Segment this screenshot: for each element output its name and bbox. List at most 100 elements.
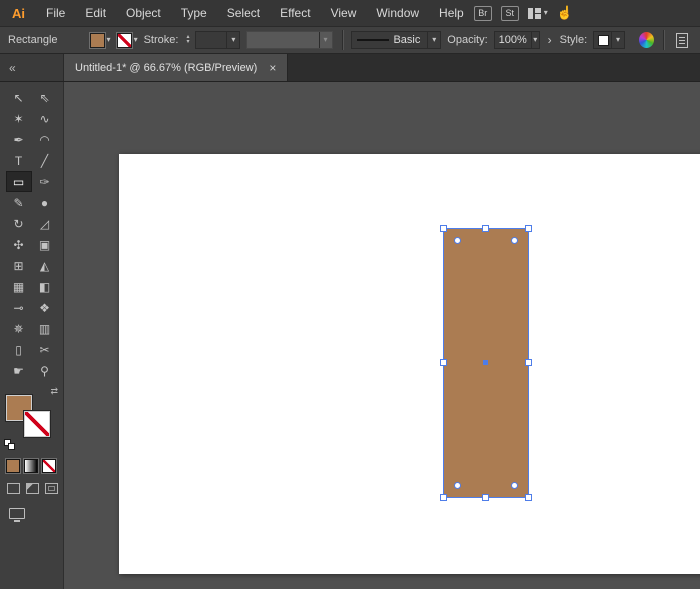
slice-tool[interactable]: ✂	[32, 339, 58, 360]
lasso-tool[interactable]: ∿	[32, 108, 58, 129]
chevron-down-icon: ▾	[533, 36, 537, 44]
rotate-tool[interactable]: ↻	[6, 213, 32, 234]
swap-fill-stroke-icon[interactable]: ⇄	[50, 387, 58, 396]
scale-tool[interactable]: ◿	[32, 213, 58, 234]
separator	[663, 30, 664, 50]
selection-handle-middle-right[interactable]	[525, 359, 532, 366]
corner-widget-bottom-right[interactable]	[511, 482, 518, 489]
fill-swatch[interactable]	[90, 33, 105, 48]
draw-normal-button[interactable]	[7, 483, 20, 494]
corner-widget-bottom-left[interactable]	[454, 482, 461, 489]
blend-tool[interactable]: ❖	[32, 297, 58, 318]
gradient-tool[interactable]: ◧	[32, 276, 58, 297]
opacity-select[interactable]: 100% ▾	[494, 31, 540, 49]
zoom-tool[interactable]: ⚲	[32, 360, 58, 381]
width-tool[interactable]: ✣	[6, 234, 32, 255]
rectangle-tool[interactable]: ▭	[6, 171, 32, 192]
symbol-sprayer-tool[interactable]: ✵	[6, 318, 32, 339]
pencil-tool[interactable]: ✎	[6, 192, 32, 213]
artboard-tool[interactable]: ▯	[6, 339, 32, 360]
column-graph-tool[interactable]: ▥	[32, 318, 58, 339]
artboard[interactable]	[119, 154, 700, 574]
curvature-tool[interactable]: ◠	[32, 129, 58, 150]
brush-definition-select[interactable]: Basic ▾	[351, 31, 441, 49]
tools-panel: ↖ ⇖ ✶ ∿ ✒ ◠ T ╱ ▭ ✑	[0, 82, 64, 589]
line-segment-tool[interactable]: ╱	[32, 150, 58, 171]
canvas[interactable]	[64, 82, 700, 589]
stroke-color-control[interactable]: ▾	[117, 33, 138, 48]
stepper-down-icon[interactable]: ▾	[186, 40, 189, 45]
selection-handle-top-center[interactable]	[482, 225, 489, 232]
screen-mode-button[interactable]	[9, 508, 25, 519]
recolor-artwork-icon[interactable]	[639, 32, 654, 48]
menu-help[interactable]: Help	[429, 0, 474, 26]
stroke-weight-select[interactable]: ▾	[195, 31, 240, 49]
shape-builder-tool[interactable]: ⊞	[6, 255, 32, 276]
object-center-point[interactable]	[483, 360, 488, 365]
draw-inside-button[interactable]	[45, 483, 58, 494]
menubar-right: Br St ▾ ☝	[474, 5, 700, 21]
fill-stroke-indicator: ⇄	[4, 387, 60, 453]
menu-window[interactable]: Window	[366, 0, 429, 26]
menu-effect[interactable]: Effect	[270, 0, 320, 26]
mesh-tool[interactable]: ▦	[6, 276, 32, 297]
color-mode-row	[6, 459, 56, 473]
stock-button[interactable]: St	[501, 6, 519, 21]
style-label: Style:	[560, 34, 588, 46]
app-logo: Ai	[0, 6, 36, 21]
menu-edit[interactable]: Edit	[75, 0, 116, 26]
direct-selection-tool[interactable]: ⇖	[32, 87, 58, 108]
opacity-value: 100%	[495, 34, 531, 46]
selection-handle-top-left[interactable]	[440, 225, 447, 232]
menu-view[interactable]: View	[321, 0, 367, 26]
chevron-down-icon: ▾	[107, 36, 111, 44]
menu-select[interactable]: Select	[217, 0, 270, 26]
touch-workspace-icon[interactable]: ☝	[557, 5, 573, 21]
paintbrush-tool[interactable]: ✑	[32, 171, 58, 192]
stroke-profile-select[interactable]: ▾	[246, 31, 332, 49]
selected-rectangle[interactable]	[443, 228, 529, 498]
hand-tool[interactable]: ☛	[6, 360, 32, 381]
corner-widget-top-right[interactable]	[511, 237, 518, 244]
corner-widget-top-left[interactable]	[454, 237, 461, 244]
menu-file[interactable]: File	[36, 0, 75, 26]
stroke-label: Stroke:	[144, 34, 179, 46]
pen-tool[interactable]: ✒	[6, 129, 32, 150]
free-transform-tool[interactable]: ▣	[32, 234, 58, 255]
bridge-button[interactable]: Br	[474, 6, 492, 21]
stroke-none-swatch[interactable]	[117, 33, 132, 48]
selection-handle-bottom-left[interactable]	[440, 494, 447, 501]
magic-wand-tool[interactable]: ✶	[6, 108, 32, 129]
selection-handle-top-right[interactable]	[525, 225, 532, 232]
controlbar-right	[660, 30, 700, 50]
chevron-down-icon: ▾	[544, 9, 548, 17]
draw-behind-button[interactable]	[26, 483, 39, 494]
perspective-grid-tool[interactable]: ◭	[32, 255, 58, 276]
none-button[interactable]	[42, 459, 56, 473]
gradient-button[interactable]	[24, 459, 38, 473]
workspace-switcher[interactable]: ▾	[528, 8, 548, 19]
menu-type[interactable]: Type	[171, 0, 217, 26]
selection-tool[interactable]: ↖	[6, 87, 32, 108]
menu-object[interactable]: Object	[116, 0, 171, 26]
style-select[interactable]: ▾	[593, 31, 625, 49]
default-swatches-button[interactable]	[4, 439, 17, 451]
type-tool[interactable]: T	[6, 150, 32, 171]
document-setup-icon[interactable]	[676, 33, 688, 48]
tool-grid: ↖ ⇖ ✶ ∿ ✒ ◠ T ╱ ▭ ✑	[0, 82, 63, 381]
tab-close-icon[interactable]: ×	[269, 61, 276, 75]
tools-dock-header: «	[0, 54, 64, 81]
stroke-weight-stepper[interactable]: ▴ ▾	[186, 35, 189, 45]
opacity-panel-chevron[interactable]: ›	[546, 33, 554, 47]
selection-handle-bottom-right[interactable]	[525, 494, 532, 501]
collapse-dock-button[interactable]: «	[9, 61, 16, 75]
eyedropper-tool[interactable]: ⊸	[6, 297, 32, 318]
selection-handle-bottom-center[interactable]	[482, 494, 489, 501]
toolbar-stroke-swatch[interactable]	[24, 411, 50, 437]
fill-color-control[interactable]: ▾	[90, 33, 111, 48]
document-tab[interactable]: Untitled-1* @ 66.67% (RGB/Preview) ×	[64, 54, 288, 81]
tab-bar: « Untitled-1* @ 66.67% (RGB/Preview) ×	[0, 54, 700, 82]
color-button[interactable]	[6, 459, 20, 473]
selection-handle-middle-left[interactable]	[440, 359, 447, 366]
blob-brush-tool[interactable]: ●	[32, 192, 58, 213]
